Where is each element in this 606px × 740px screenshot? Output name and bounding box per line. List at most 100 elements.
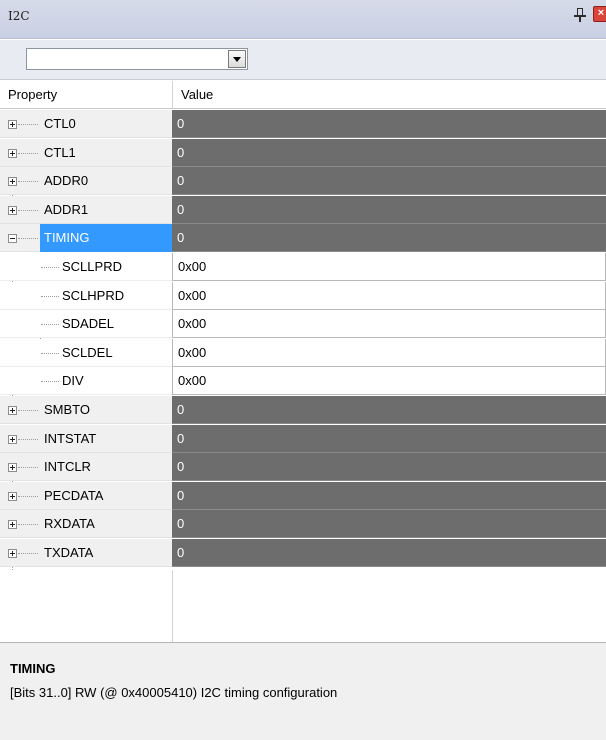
plus-box-icon[interactable]: [8, 120, 17, 129]
tree-connector: [18, 181, 38, 182]
property-name: TXDATA: [44, 545, 94, 560]
value-cell[interactable]: 0: [172, 396, 606, 424]
grid-row-selected[interactable]: TIMING 0: [0, 224, 606, 252]
field-value-input[interactable]: 0x00: [172, 282, 606, 310]
value-cell[interactable]: 0: [172, 224, 606, 252]
peripheral-selector-row: [0, 40, 606, 80]
plus-box-icon[interactable]: [8, 492, 17, 501]
value-cell[interactable]: 0: [172, 453, 606, 481]
plus-box-icon[interactable]: [8, 206, 17, 215]
property-name: ADDR0: [44, 173, 89, 188]
description-panel: TIMING [Bits 31..0] RW (@ 0x40005410) I2…: [0, 642, 606, 740]
panel-title: I2C: [8, 9, 30, 23]
expander-stroke: [12, 122, 13, 127]
grid-row[interactable]: TXDATA 0: [0, 539, 606, 567]
grid-row[interactable]: ADDR0 0: [0, 167, 606, 195]
plus-box-icon[interactable]: [8, 177, 17, 186]
grid-row-field[interactable]: DIV 0x00: [0, 367, 606, 395]
property-cell[interactable]: SDADEL: [0, 310, 172, 338]
tree-connector: [18, 496, 38, 497]
expander-stroke: [10, 238, 15, 239]
value-cell[interactable]: 0: [172, 139, 606, 167]
grid-row-field[interactable]: SCLDEL 0x00: [0, 339, 606, 367]
tree-connector: [18, 439, 38, 440]
field-value-input[interactable]: 0x00: [172, 367, 606, 395]
property-cell[interactable]: ADDR0: [0, 167, 172, 195]
property-cell[interactable]: RXDATA: [0, 510, 172, 538]
property-cell[interactable]: SCLHPRD: [0, 282, 172, 310]
value-cell[interactable]: 0: [172, 167, 606, 195]
value-cell[interactable]: 0: [172, 539, 606, 567]
property-name: RXDATA: [44, 516, 95, 531]
property-cell[interactable]: ADDR1: [0, 196, 172, 224]
value-column-header[interactable]: Value: [181, 87, 213, 102]
plus-box-icon[interactable]: [8, 520, 17, 529]
field-name: SDADEL: [62, 316, 115, 331]
property-name: INTCLR: [44, 459, 91, 474]
expander-stroke: [12, 494, 13, 499]
field-value-input[interactable]: 0x00: [172, 253, 606, 281]
grid-row-field[interactable]: SDADEL 0x00: [0, 310, 606, 338]
tree-connector: [18, 238, 38, 239]
value-cell[interactable]: 0: [172, 110, 606, 138]
property-cell[interactable]: DIV: [0, 367, 172, 395]
field-value-input[interactable]: 0x00: [172, 310, 606, 338]
tree-connector: [41, 353, 59, 354]
field-value-input[interactable]: 0x00: [172, 339, 606, 367]
property-value: 0: [177, 230, 185, 245]
property-cell[interactable]: SCLDEL: [0, 339, 172, 367]
property-cell[interactable]: INTSTAT: [0, 425, 172, 453]
value-cell[interactable]: 0: [172, 425, 606, 453]
property-cell[interactable]: CTL0: [0, 110, 172, 138]
plus-box-icon[interactable]: [8, 549, 17, 558]
grid-row[interactable]: CTL1 0: [0, 139, 606, 167]
expander-stroke: [12, 151, 13, 156]
grid-row[interactable]: SMBTO 0: [0, 396, 606, 424]
property-cell[interactable]: TXDATA: [0, 539, 172, 567]
field-name: SCLHPRD: [62, 288, 125, 303]
expander-stroke: [12, 208, 13, 213]
property-cell[interactable]: SCLLPRD: [0, 253, 172, 281]
tree-connector: [41, 296, 59, 297]
property-cell[interactable]: SMBTO: [0, 396, 172, 424]
description-title: TIMING: [10, 661, 56, 676]
column-divider[interactable]: [172, 81, 173, 109]
property-value: 0: [177, 545, 185, 560]
grid-row-field[interactable]: SCLHPRD 0x00: [0, 282, 606, 310]
grid-row[interactable]: INTSTAT 0: [0, 425, 606, 453]
value-cell[interactable]: 0: [172, 510, 606, 538]
peripheral-combo[interactable]: [26, 48, 248, 70]
expander-stroke: [12, 437, 13, 442]
grid-row[interactable]: INTCLR 0: [0, 453, 606, 481]
combo-dropdown-button[interactable]: [228, 50, 246, 68]
grid-row[interactable]: ADDR1 0: [0, 196, 606, 224]
plus-box-icon[interactable]: [8, 463, 17, 472]
value-cell[interactable]: 0: [172, 482, 606, 510]
property-value: 0: [177, 173, 185, 188]
property-name: ADDR1: [44, 202, 89, 217]
minus-box-icon[interactable]: [8, 234, 17, 243]
close-icon[interactable]: ×: [593, 6, 606, 22]
property-column-header[interactable]: Property: [8, 87, 57, 102]
property-name: SMBTO: [44, 402, 90, 417]
property-value: 0: [177, 459, 185, 474]
grid-row-field[interactable]: SCLLPRD 0x00: [0, 253, 606, 281]
pin-icon[interactable]: [574, 8, 586, 22]
plus-box-icon[interactable]: [8, 149, 17, 158]
property-cell[interactable]: CTL1: [0, 139, 172, 167]
grid-row[interactable]: PECDATA 0: [0, 482, 606, 510]
property-cell[interactable]: INTCLR: [0, 453, 172, 481]
field-name: SCLDEL: [62, 345, 113, 360]
property-name: TIMING: [44, 230, 90, 245]
field-value: 0x00: [178, 345, 207, 360]
grid-row[interactable]: RXDATA 0: [0, 510, 606, 538]
tree-connector: [41, 267, 59, 268]
expander-stroke: [12, 551, 13, 556]
property-cell[interactable]: PECDATA: [0, 482, 172, 510]
grid-empty-area: [0, 570, 606, 642]
plus-box-icon[interactable]: [8, 435, 17, 444]
value-cell[interactable]: 0: [172, 196, 606, 224]
plus-box-icon[interactable]: [8, 406, 17, 415]
grid-row[interactable]: CTL0 0: [0, 110, 606, 138]
property-cell[interactable]: TIMING: [0, 224, 172, 252]
